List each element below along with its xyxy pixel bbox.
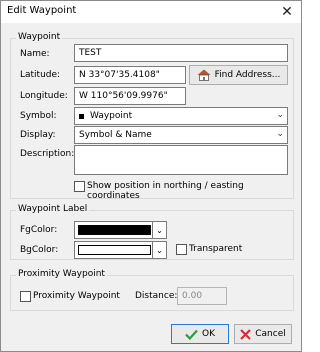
longitude-label: Longitude: xyxy=(20,91,68,101)
latitude-label: Latitude: xyxy=(20,70,61,80)
symbol-select[interactable]: Waypoint ⌄ xyxy=(74,107,288,125)
symbol-label: Symbol: xyxy=(20,111,57,121)
display-label: Display: xyxy=(20,130,56,140)
bgcolor-picker[interactable]: ⌄ xyxy=(74,241,167,259)
longitude-input[interactable]: W 110°56'09.9976" xyxy=(74,87,186,105)
edit-waypoint-dialog: Edit Waypoint ✕ Waypoint Name: TEST Lati… xyxy=(0,0,302,352)
name-input[interactable]: TEST xyxy=(74,44,288,62)
fgcolor-swatch xyxy=(78,225,151,235)
name-label: Name: xyxy=(20,49,50,59)
cancel-button[interactable]: Cancel xyxy=(234,324,292,344)
latitude-input[interactable]: N 33°07'35.4108" xyxy=(74,66,186,84)
waypoint-group-legend: Waypoint xyxy=(16,32,63,42)
distance-input[interactable]: 0.00 xyxy=(177,287,227,305)
ok-label: OK xyxy=(202,329,215,339)
close-button[interactable]: ✕ xyxy=(273,1,301,23)
symbol-value: Waypoint xyxy=(90,111,133,121)
description-textarea[interactable] xyxy=(74,145,288,175)
waypoint-label-group: Waypoint Label FgColor: ⌄ BgColor: ⌄ Tra… xyxy=(10,204,294,260)
chevron-down-icon[interactable]: ⌄ xyxy=(152,242,166,258)
bgcolor-label: BgColor: xyxy=(20,245,59,255)
cancel-x-icon xyxy=(240,328,252,340)
waypoint-group: Waypoint Name: TEST Latitude: N 33°07'35… xyxy=(10,32,294,201)
chevron-down-icon: ⌄ xyxy=(276,129,284,139)
title-bar[interactable]: Edit Waypoint ✕ xyxy=(1,1,301,23)
bgcolor-swatch xyxy=(78,245,151,255)
proximity-legend: Proximity Waypoint xyxy=(16,269,107,279)
northing-easting-checkbox[interactable] xyxy=(74,181,85,192)
ok-button[interactable]: OK xyxy=(171,324,229,344)
checkmark-icon xyxy=(185,329,198,340)
proximity-label[interactable]: Proximity Waypoint xyxy=(33,291,120,301)
northing-easting-label[interactable]: Show position in northing / easting coor… xyxy=(87,181,293,201)
cancel-label: Cancel xyxy=(255,329,286,339)
description-label: Description: xyxy=(20,149,75,159)
display-value: Symbol & Name xyxy=(79,130,152,140)
display-select[interactable]: Symbol & Name ⌄ xyxy=(74,126,288,144)
fgcolor-picker[interactable]: ⌄ xyxy=(74,221,167,239)
proximity-checkbox[interactable] xyxy=(20,291,31,302)
find-address-button[interactable]: Find Address... xyxy=(189,65,288,85)
proximity-group: Proximity Waypoint Proximity Waypoint Di… xyxy=(10,269,294,311)
fgcolor-label: FgColor: xyxy=(20,225,58,235)
find-address-label: Find Address... xyxy=(214,70,281,80)
waypoint-label-legend: Waypoint Label xyxy=(16,204,90,214)
transparent-checkbox[interactable] xyxy=(176,244,187,255)
house-icon xyxy=(197,69,211,81)
chevron-down-icon: ⌄ xyxy=(276,110,284,120)
chevron-down-icon[interactable]: ⌄ xyxy=(152,222,166,238)
distance-label: Distance: xyxy=(135,291,178,301)
dialog-title: Edit Waypoint xyxy=(7,5,77,16)
transparent-label[interactable]: Transparent xyxy=(189,244,242,254)
waypoint-symbol-icon xyxy=(79,113,84,119)
